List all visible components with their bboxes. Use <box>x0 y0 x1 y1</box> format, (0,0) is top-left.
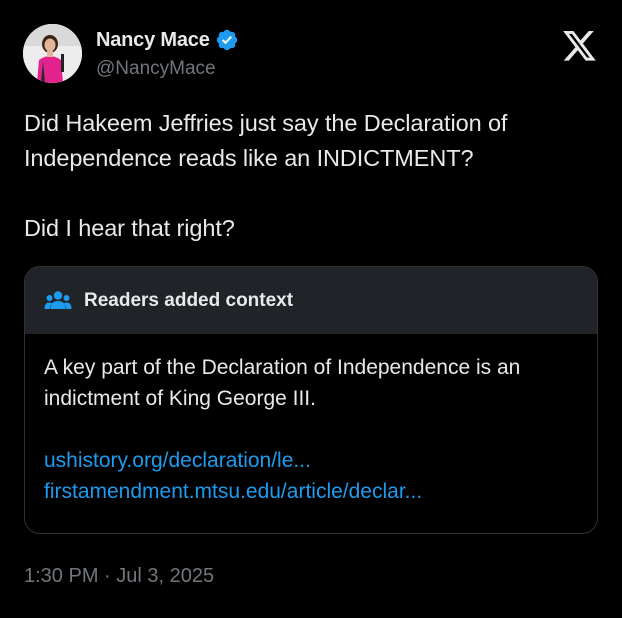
author-name[interactable]: Nancy Mace <box>96 29 210 52</box>
context-link[interactable]: ushistory.org/declaration/le... <box>44 445 578 476</box>
people-icon <box>44 290 72 312</box>
tweet-timestamp[interactable]: 1:30 PM · Jul 3, 2025 <box>24 565 214 588</box>
context-title: Readers added context <box>84 289 294 311</box>
tweet-text: Did Hakeem Jeffries just say the Declara… <box>24 106 599 246</box>
author-name-row: Nancy Mace <box>96 28 239 52</box>
tweet-text-line: Independence reads like an INDICTMENT? <box>24 145 474 171</box>
x-logo-icon[interactable] <box>563 31 597 62</box>
context-header: Readers added context <box>25 267 597 334</box>
tweet-text-line: Did Hakeem Jeffries just say the Declara… <box>24 110 508 136</box>
verified-badge-icon <box>215 28 239 52</box>
avatar-image <box>23 24 82 83</box>
context-link[interactable]: firstamendment.mtsu.edu/article/declar..… <box>44 476 578 507</box>
context-text-line: A key part of the Declaration of Indepen… <box>44 356 521 379</box>
context-text-line: indictment of King George III. <box>44 387 316 410</box>
context-links: ushistory.org/declaration/le... firstame… <box>44 445 578 507</box>
tweet-card: Nancy Mace @NancyMace Did Hakeem Jeffrie… <box>0 0 622 618</box>
community-notes-card: Readers added context A key part of the … <box>24 266 598 534</box>
avatar[interactable] <box>23 24 82 83</box>
context-body: A key part of the Declaration of Indepen… <box>25 334 597 507</box>
author-handle[interactable]: @NancyMace <box>96 58 216 80</box>
tweet-text-line: Did I hear that right? <box>24 215 235 241</box>
